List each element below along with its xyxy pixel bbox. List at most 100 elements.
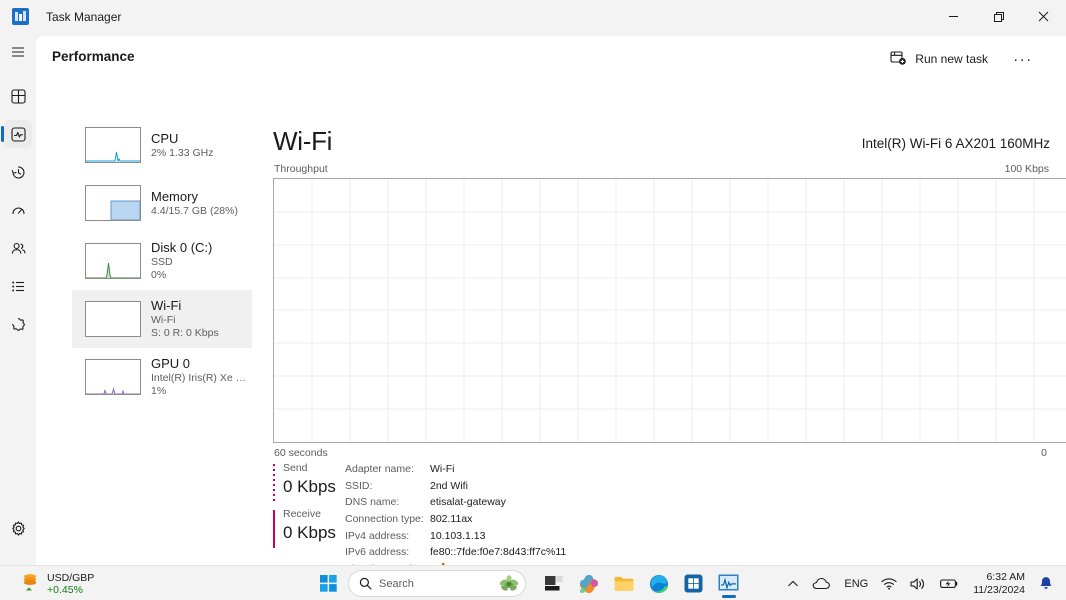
task-manager-button[interactable]: [713, 568, 744, 599]
clock-history-icon: [4, 158, 32, 186]
cpu-mini-graph: [85, 127, 141, 163]
detail-row: DNS name:etisalat-gateway: [345, 494, 566, 511]
throughput-graph[interactable]: [273, 178, 1066, 443]
throughput-graph-svg: [274, 179, 1066, 442]
throughput-legend: Send 0 Kbps Receive 0 Kbps: [273, 461, 343, 545]
detail-row: Connection type:802.11ax: [345, 511, 566, 528]
send-line-swatch: [273, 464, 275, 502]
axis-left-label: 60 seconds: [274, 447, 328, 459]
detail-value: 10.103.1.13: [430, 530, 485, 542]
resource-name: Disk 0 (C:): [151, 240, 212, 256]
run-new-task-button[interactable]: Run new task: [880, 45, 998, 73]
run-new-task-icon: [890, 50, 907, 69]
send-caption: Send: [283, 461, 343, 475]
send-value: 0 Kbps: [283, 475, 343, 499]
resource-detail-1: Wi-Fi: [151, 314, 219, 327]
resource-item-gpu[interactable]: GPU 0 Intel(R) Iris(R) Xe Grap... 1%: [72, 348, 252, 406]
details-list-icon: [4, 272, 32, 300]
weather-cloud-icon[interactable]: [807, 571, 836, 597]
content-card: Performance Run new task ···: [36, 36, 1066, 565]
sidebar-item-details[interactable]: [0, 267, 36, 305]
detail-value: etisalat-gateway: [430, 496, 506, 508]
hamburger-menu-icon: [4, 38, 32, 66]
users-icon: [4, 234, 32, 262]
sidebar-item-performance[interactable]: [0, 115, 36, 153]
taskbar: USD/GBP +0.45% Search: [0, 565, 1066, 600]
detail-value: 2nd Wifi: [430, 480, 468, 492]
volume-icon[interactable]: [905, 571, 932, 597]
sidebar-item-users[interactable]: [0, 229, 36, 267]
notification-bell-icon[interactable]: [1034, 571, 1058, 597]
receive-legend: Receive 0 Kbps: [273, 507, 343, 545]
run-new-task-label: Run new task: [915, 52, 988, 66]
sidebar-item-processes[interactable]: [0, 77, 36, 115]
detail-row: IPv6 address:fe80::7fde:f0e7:8d43:ff7c%1…: [345, 544, 566, 561]
resource-detail-1: SSD: [151, 256, 212, 269]
coins-icon: [20, 571, 40, 596]
start-button[interactable]: [313, 568, 344, 599]
memory-mini-graph: [85, 185, 141, 221]
detail-key: Adapter name:: [345, 463, 430, 475]
graph-label: Throughput: [274, 163, 328, 175]
restore-button[interactable]: [976, 0, 1021, 33]
more-options-button[interactable]: ···: [1008, 45, 1038, 73]
search-icon: [359, 577, 372, 590]
perf-title: Wi-Fi: [273, 126, 332, 157]
resource-item-wifi[interactable]: Wi-Fi Wi-Fi S: 0 R: 0 Kbps: [72, 290, 252, 348]
detail-row: Adapter name:Wi-Fi: [345, 461, 566, 478]
resource-detail-2: S: 0 R: 0 Kbps: [151, 327, 219, 340]
resource-item-disk[interactable]: Disk 0 (C:) SSD 0%: [72, 232, 252, 290]
minimize-button[interactable]: [931, 0, 976, 33]
resource-name: Memory: [151, 189, 238, 205]
resource-detail-1: 4.4/15.7 GB (28%): [151, 205, 238, 218]
search-input[interactable]: Search: [379, 578, 491, 590]
title-bar: Task Manager: [0, 0, 1066, 33]
gear-icon: [4, 514, 32, 542]
currency-widget[interactable]: USD/GBP +0.45%: [14, 569, 100, 598]
resource-item-memory[interactable]: Memory 4.4/15.7 GB (28%): [72, 174, 252, 232]
navigation-rail: [0, 33, 36, 565]
resource-detail-2: 0%: [151, 269, 212, 282]
sidebar-item-app-history[interactable]: [0, 153, 36, 191]
language-indicator[interactable]: ENG: [839, 571, 873, 597]
battery-charging-icon[interactable]: [935, 571, 964, 597]
receive-value: 0 Kbps: [283, 521, 343, 545]
edge-button[interactable]: [643, 568, 674, 599]
hamburger-menu-button[interactable]: [0, 33, 36, 71]
graph-max-label: 100 Kbps: [1005, 163, 1049, 175]
store-button[interactable]: [678, 568, 709, 599]
task-manager-icon: [12, 8, 29, 25]
adapter-details: Adapter name:Wi-Fi SSID:2nd Wifi DNS nam…: [345, 461, 566, 577]
close-button[interactable]: [1021, 0, 1066, 33]
succulent-plant-icon: [498, 574, 520, 594]
settings-button[interactable]: [0, 509, 36, 547]
task-view-button[interactable]: [538, 568, 569, 599]
detail-key: SSID:: [345, 480, 430, 492]
resource-detail-1: 2% 1.33 GHz: [151, 147, 213, 160]
system-tray: ENG 6:32 AM 11/23/2024: [782, 568, 1058, 599]
axis-right-label: 0: [1041, 447, 1047, 459]
search-box[interactable]: Search: [348, 570, 526, 597]
performance-icon: [4, 120, 32, 148]
detail-key: IPv4 address:: [345, 530, 430, 542]
currency-change: +0.45%: [47, 584, 94, 596]
card-header: Performance Run new task ···: [36, 36, 1066, 80]
show-hidden-icons-button[interactable]: [782, 571, 804, 597]
language-label: ENG: [844, 578, 868, 590]
file-explorer-button[interactable]: [608, 568, 639, 599]
detail-value: fe80::7fde:f0e7:8d43:ff7c%11: [430, 546, 566, 558]
clock-date: 11/23/2024: [973, 584, 1025, 597]
copilot-button[interactable]: [573, 568, 604, 599]
processes-icon: [4, 82, 32, 110]
clock[interactable]: 6:32 AM 11/23/2024: [967, 571, 1031, 596]
page-title: Performance: [52, 49, 135, 64]
detail-row: SSID:2nd Wifi: [345, 478, 566, 495]
sidebar-item-services[interactable]: [0, 305, 36, 343]
detail-value: Wi-Fi: [430, 463, 455, 475]
services-gear-icon: [4, 310, 32, 338]
resource-name: CPU: [151, 131, 213, 147]
resource-item-cpu[interactable]: CPU 2% 1.33 GHz: [72, 116, 252, 174]
perf-device-name: Intel(R) Wi-Fi 6 AX201 160MHz: [862, 136, 1050, 151]
wifi-icon[interactable]: [876, 571, 902, 597]
sidebar-item-startup-apps[interactable]: [0, 191, 36, 229]
